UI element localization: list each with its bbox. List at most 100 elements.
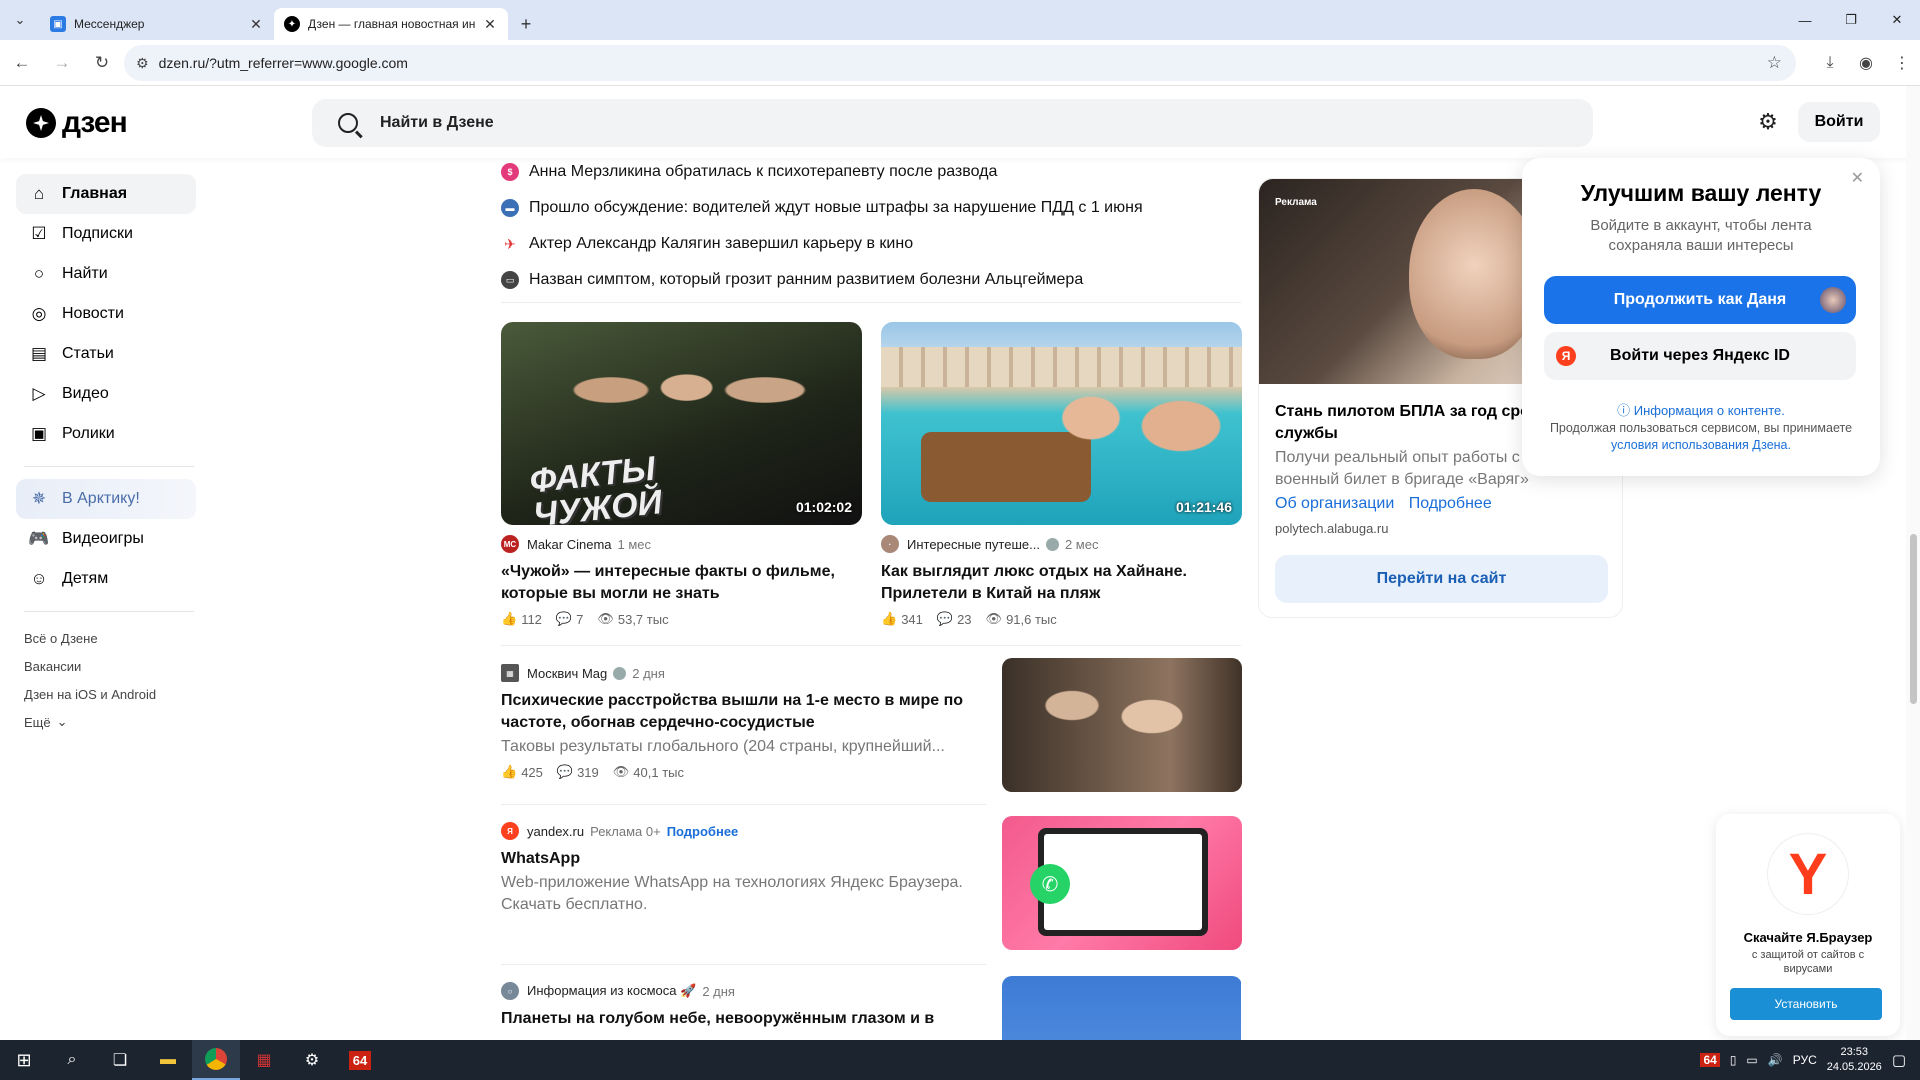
language-indicator[interactable]: РУС — [1793, 1053, 1817, 1067]
article-image[interactable]: ✆ — [1002, 816, 1242, 950]
download-icon[interactable]: ⤓ — [1812, 54, 1848, 72]
video-card[interactable]: 01:21:46 · Интересные путеше... 2 мес Ка… — [881, 322, 1242, 627]
article-card[interactable]: ▦ Москвич Mag 2 дня Психические расстрой… — [501, 658, 1242, 794]
volume-icon[interactable]: 🔊 — [1768, 1053, 1783, 1067]
channel-name[interactable]: Makar Cinema — [527, 537, 612, 552]
link-more[interactable]: Ещё ⌄ — [16, 708, 196, 736]
comments[interactable]: 💬 7 — [556, 611, 583, 627]
winrar-icon[interactable]: ▦ — [240, 1040, 288, 1080]
sidebar-item-articles[interactable]: ▤ Статьи — [16, 334, 196, 374]
content-info-link[interactable]: ⓘ Информация о контенте. — [1522, 400, 1880, 419]
likes[interactable]: 👍 112 — [501, 611, 542, 627]
news-item[interactable]: $ Анна Мерзликина обратилась к психотера… — [501, 154, 1241, 190]
go-to-site-button[interactable]: Перейти на сайт — [1275, 555, 1608, 603]
page-scrollbar[interactable] — [1906, 86, 1920, 1040]
new-tab-icon[interactable]: + — [508, 8, 544, 40]
video-thumbnail[interactable]: 01:21:46 — [881, 322, 1242, 525]
sidebar-item-arctic[interactable]: ✵ В Арктику! — [16, 479, 196, 519]
back-icon[interactable]: ← — [4, 45, 40, 81]
news-item[interactable]: ▬ Прошло обсуждение: водителей ждут новы… — [501, 190, 1241, 226]
channel-name[interactable]: Информация из космоса 🚀 — [527, 983, 696, 999]
close-window-icon[interactable]: ✕ — [1874, 0, 1920, 40]
forward-icon[interactable]: → — [44, 45, 80, 81]
menu-dots-icon[interactable]: ⋮ — [1884, 53, 1920, 73]
sidebar-item-label: Ролики — [62, 425, 115, 442]
gear-icon[interactable]: ⚙ — [1754, 108, 1782, 136]
reload-icon[interactable]: ↻ — [84, 45, 120, 81]
sidebar-item-news[interactable]: ◎ Новости — [16, 294, 196, 334]
settings-icon[interactable]: ⚙ — [288, 1040, 336, 1080]
news-item[interactable]: ▭ Назван симптом, который грозит ранним … — [501, 262, 1241, 298]
article-title[interactable]: Психические расстройства вышли на 1-е ме… — [501, 690, 981, 734]
profile-icon[interactable]: ◉ — [1848, 53, 1884, 73]
article-title[interactable]: Планеты на голубом небе, невооружённым г… — [501, 1008, 981, 1030]
sidebar-item-home[interactable]: ⌂ Главная — [16, 174, 196, 214]
task-view-icon[interactable]: ❏ — [96, 1040, 144, 1080]
channel-avatar[interactable]: · — [881, 535, 899, 553]
channel-avatar[interactable]: ▦ — [501, 664, 519, 682]
dzen-logo[interactable]: дзен — [26, 106, 128, 140]
comments[interactable]: 💬 319 — [557, 764, 599, 780]
link-apps[interactable]: Дзен на iOS и Android — [16, 680, 196, 708]
sidebar-item-kids[interactable]: ☺ Детям — [16, 559, 196, 599]
channel-avatar[interactable]: MC — [501, 535, 519, 553]
ad-about-link[interactable]: Об организации — [1275, 495, 1394, 512]
minimize-icon[interactable]: — — [1782, 0, 1828, 40]
video-thumbnail[interactable]: ФАКТЫ ЧУЖОЙ 01:02:02 — [501, 322, 862, 525]
network-icon[interactable]: ▭ — [1746, 1053, 1757, 1067]
file-explorer-icon[interactable]: ▬ — [144, 1040, 192, 1080]
channel-name[interactable]: Интересные путеше... — [907, 537, 1040, 552]
article-image[interactable] — [1002, 658, 1242, 792]
tab-messenger[interactable]: ▣ Мессенджер ✕ — [40, 8, 274, 40]
site-info-icon[interactable]: ⚙ — [136, 55, 149, 72]
article-card[interactable]: ○ Информация из космоса 🚀 2 дня Планеты … — [501, 976, 1241, 1040]
sidebar-item-clips[interactable]: ▣ Ролики — [16, 414, 196, 454]
article-image[interactable] — [1002, 976, 1241, 1040]
bookmark-star-icon[interactable]: ☆ — [1767, 53, 1782, 73]
windows-start-icon[interactable]: ⊞ — [0, 1040, 48, 1080]
video-title[interactable]: «Чужой» — интересные факты о фильме, кот… — [501, 561, 862, 605]
continue-as-button[interactable]: Продолжить как Даня — [1544, 276, 1856, 324]
tray-aida-icon[interactable]: 64 — [1700, 1053, 1720, 1067]
likes[interactable]: 👍 341 — [881, 611, 923, 627]
channel-name[interactable]: Москвич Mag — [527, 666, 607, 681]
search-input[interactable]: Найти в Дзене — [312, 99, 1593, 147]
notifications-icon[interactable]: ▢ — [1892, 1051, 1906, 1069]
more-link[interactable]: Подробнее — [667, 824, 739, 839]
video-title[interactable]: Как выглядит люкс отдых на Хайнане. Прил… — [881, 561, 1242, 605]
news-item[interactable]: ✈ Актер Александр Калягин завершил карье… — [501, 226, 1241, 262]
link-vacancies[interactable]: Вакансии — [16, 652, 196, 680]
search-icon[interactable]: ⌕ — [48, 1040, 96, 1080]
sidebar-item-subscriptions[interactable]: ☑ Подписки — [16, 214, 196, 254]
terms-link[interactable]: условия использования Дзена. — [1611, 438, 1791, 452]
ad-article-card[interactable]: Я yandex.ru Реклама 0+ Подробнее WhatsAp… — [501, 816, 1242, 952]
tab-dzen[interactable]: ✦ Дзен — главная новостная ин ✕ — [274, 8, 508, 40]
tab-search-icon[interactable]: ⌄ — [0, 0, 40, 40]
close-tab-icon[interactable]: ✕ — [482, 16, 498, 33]
battery-icon[interactable]: ▯ — [1730, 1053, 1737, 1067]
yandex-id-button[interactable]: Я Войти через Яндекс ID — [1544, 332, 1856, 380]
article-title[interactable]: WhatsApp — [501, 848, 981, 870]
yandex-icon[interactable]: Я — [501, 822, 519, 840]
sidebar-item-games[interactable]: 🎮 Видеоигры — [16, 519, 196, 559]
comment-icon: 💬 — [556, 764, 574, 779]
address-bar[interactable]: ⚙ dzen.ru/?utm_referrer=www.google.com ☆ — [124, 45, 1796, 81]
channel-name[interactable]: yandex.ru — [527, 824, 584, 839]
ad-more-link[interactable]: Подробнее — [1409, 495, 1492, 512]
views: 👁 53,7 тыс — [597, 611, 668, 627]
aida64-icon[interactable]: 64 — [336, 1040, 384, 1080]
sidebar-item-video[interactable]: ▷ Видео — [16, 374, 196, 414]
comments[interactable]: 💬 23 — [937, 611, 972, 627]
install-button[interactable]: Установить — [1730, 988, 1882, 1020]
video-card[interactable]: ФАКТЫ ЧУЖОЙ 01:02:02 MC Makar Cinema 1 м… — [501, 322, 862, 627]
close-tab-icon[interactable]: ✕ — [248, 16, 264, 33]
chrome-icon[interactable] — [192, 1040, 240, 1080]
login-button[interactable]: Войти — [1798, 102, 1880, 142]
sidebar-item-search[interactable]: ○ Найти — [16, 254, 196, 294]
channel-avatar[interactable]: ○ — [501, 982, 519, 1000]
scrollbar-thumb[interactable] — [1910, 534, 1917, 704]
likes[interactable]: 👍 425 — [501, 764, 543, 780]
link-about[interactable]: Всё о Дзене — [16, 624, 196, 652]
clock[interactable]: 23:53 24.05.2026 — [1827, 1045, 1882, 1075]
restore-icon[interactable]: ❐ — [1828, 0, 1874, 40]
